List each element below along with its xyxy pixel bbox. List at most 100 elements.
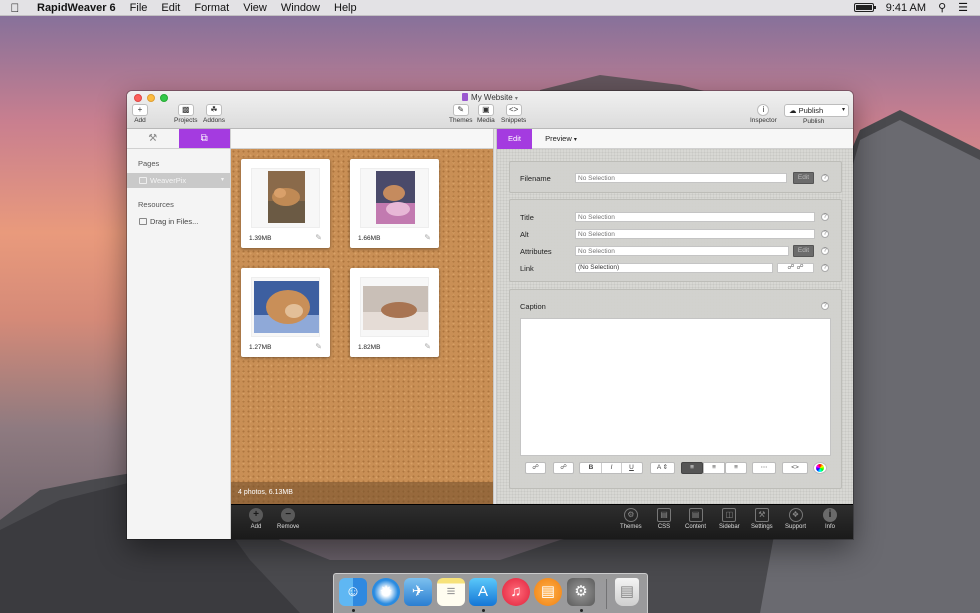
pencil-icon[interactable]: ✎ [315, 233, 322, 242]
menu-file[interactable]: File [123, 2, 155, 14]
link-field[interactable]: (No Selection) [575, 263, 773, 273]
sidebar-button[interactable]: ◫ Sidebar [719, 508, 740, 530]
sidebar: ⚒ ⧉ Pages WeaverPix ▾ Resources Drag in … [127, 129, 231, 539]
menu-window[interactable]: Window [274, 2, 327, 14]
filename-panel: Filename Edit ? [509, 161, 842, 193]
ibooks-icon[interactable]: ▤ [534, 578, 562, 606]
help-icon[interactable]: ? [821, 247, 829, 255]
code-button[interactable]: <> [782, 462, 808, 474]
apple-icon[interactable]:  [0, 1, 30, 15]
alt-field[interactable] [575, 229, 815, 239]
appstore-icon[interactable]: A [469, 578, 497, 606]
title-bar: My Website ▾ + Add ▩ Projects ☘ Addons ✎… [127, 91, 853, 129]
color-picker-button[interactable] [813, 462, 827, 474]
filename-field[interactable] [575, 173, 787, 183]
sidebar-item-weaverpix[interactable]: WeaverPix ▾ [127, 173, 230, 188]
toolbar-add-button[interactable]: + Add [132, 104, 148, 124]
safari-icon[interactable]: ✵ [372, 578, 400, 606]
italic-button[interactable]: I [601, 463, 621, 473]
trash-icon[interactable]: ▤ [615, 578, 639, 606]
link-buttons[interactable]: ☍ ☍ [777, 263, 814, 273]
chevron-down-icon[interactable]: ▾ [221, 173, 224, 188]
photo-card[interactable]: 1.27MB ✎ [241, 268, 330, 357]
mail-icon[interactable]: ✈ [404, 578, 432, 606]
pencil-icon[interactable]: ✎ [424, 233, 431, 242]
align-center-icon: ≡ [712, 464, 716, 471]
photo-card[interactable]: 1.82MB ✎ [350, 268, 439, 357]
publish-button[interactable]: ☁ Publish ▾ [784, 104, 849, 117]
photo-card[interactable]: 1.39MB ✎ [241, 159, 330, 248]
bold-button[interactable]: B [581, 463, 601, 473]
toolbar-inspector-button[interactable]: i Inspector [750, 104, 777, 124]
attributes-field[interactable] [575, 246, 789, 256]
menu-edit[interactable]: Edit [154, 2, 187, 14]
link-icon[interactable]: ☍ [787, 264, 794, 271]
menu-help[interactable]: Help [327, 2, 364, 14]
menu-clock[interactable]: 9:41 AM [886, 2, 926, 14]
attributes-edit-button[interactable]: Edit [793, 245, 814, 257]
align-left-button[interactable]: ≡ [681, 462, 703, 474]
pencil-icon[interactable]: ✎ [315, 342, 322, 351]
remove-link-button[interactable]: ☍ [553, 462, 574, 474]
settings-button[interactable]: ⚒ Settings [751, 508, 773, 530]
help-icon[interactable]: ? [821, 174, 829, 182]
toolbar-media-button[interactable]: ▣ Media [477, 104, 495, 124]
caption-panel: Caption ? ☍ ☍ BIU A ⇕ ≡ ≡ ≡ ⋯ <> [509, 289, 842, 489]
caption-editor[interactable]: ☍ ☍ BIU A ⇕ ≡ ≡ ≡ ⋯ <> [520, 318, 831, 474]
font-menu-button[interactable]: A ⇕ [650, 462, 675, 474]
underline-button[interactable]: U [621, 463, 641, 473]
toolbar-themes-button[interactable]: ✎ Themes [449, 104, 472, 124]
projects-icon: ▩ [177, 104, 194, 116]
title-field[interactable] [575, 212, 815, 222]
insert-link-button[interactable]: ☍ [525, 462, 546, 474]
itunes-icon[interactable]: ♫ [502, 578, 530, 606]
toolbar-snippets-label: Snippets [501, 117, 527, 124]
list-button[interactable]: ⋯ [752, 462, 776, 474]
sidebar-tab-pages[interactable]: ⧉ [178, 129, 230, 148]
tab-edit[interactable]: Edit [497, 129, 532, 149]
unlink-icon[interactable]: ☍ [796, 264, 803, 271]
align-center-button[interactable]: ≡ [703, 462, 725, 474]
align-right-button[interactable]: ≡ [725, 462, 747, 474]
content-button[interactable]: ▤ Content [685, 508, 706, 530]
menu-app-name[interactable]: RapidWeaver 6 [30, 2, 123, 14]
help-icon[interactable]: ? [821, 213, 829, 221]
help-icon[interactable]: ? [821, 264, 829, 272]
support-button[interactable]: ❖ Support [785, 508, 806, 530]
align-right-icon: ≡ [734, 464, 738, 471]
toolbar-media-label: Media [477, 117, 495, 124]
toolbar-publish-label: Publish [803, 118, 825, 125]
pencil-icon[interactable]: ✎ [424, 342, 431, 351]
system-preferences-icon[interactable]: ⚙ [567, 578, 595, 606]
themes-button[interactable]: ⚙ Themes [620, 508, 642, 530]
remove-page-label: Remove [277, 524, 300, 530]
photo-card[interactable]: 1.66MB ✎ [350, 159, 439, 248]
list-icon: ⋯ [760, 464, 768, 471]
sidebar-tab-tools[interactable]: ⚒ [127, 129, 179, 148]
lifebuoy-icon: ❖ [788, 508, 803, 522]
tab-preview[interactable]: Preview ▾ [535, 129, 587, 149]
filename-edit-button[interactable]: Edit [793, 172, 814, 184]
toolbar-addons-button[interactable]: ☘ Addons [203, 104, 225, 124]
font-icon: A ⇕ [656, 464, 669, 471]
toolbar-projects-button[interactable]: ▩ Projects [174, 104, 197, 124]
window-title[interactable]: My Website ▾ [127, 93, 853, 102]
list-icon[interactable]: ☰ [958, 1, 968, 14]
help-icon[interactable]: ? [821, 302, 829, 310]
menu-view[interactable]: View [236, 2, 274, 14]
minus-icon: − [281, 508, 296, 522]
battery-icon[interactable] [853, 3, 876, 12]
remove-page-button[interactable]: − Remove [277, 508, 299, 530]
css-button[interactable]: ▤ CSS [657, 508, 671, 530]
help-icon[interactable]: ? [821, 230, 829, 238]
toolbar-snippets-button[interactable]: <> Snippets [501, 104, 526, 124]
add-page-button[interactable]: + Add [249, 508, 263, 530]
toolbar-addons-label: Addons [203, 117, 226, 124]
info-button[interactable]: i Info [823, 508, 837, 530]
spotlight-icon[interactable]: ⚲ [938, 1, 946, 14]
plus-icon: + [132, 104, 148, 116]
finder-icon[interactable]: ☺ [339, 578, 367, 606]
menu-format[interactable]: Format [187, 2, 236, 14]
sidebar-item-drag-files[interactable]: Drag in Files... [127, 214, 230, 229]
notes-icon[interactable]: ≡ [437, 578, 465, 606]
